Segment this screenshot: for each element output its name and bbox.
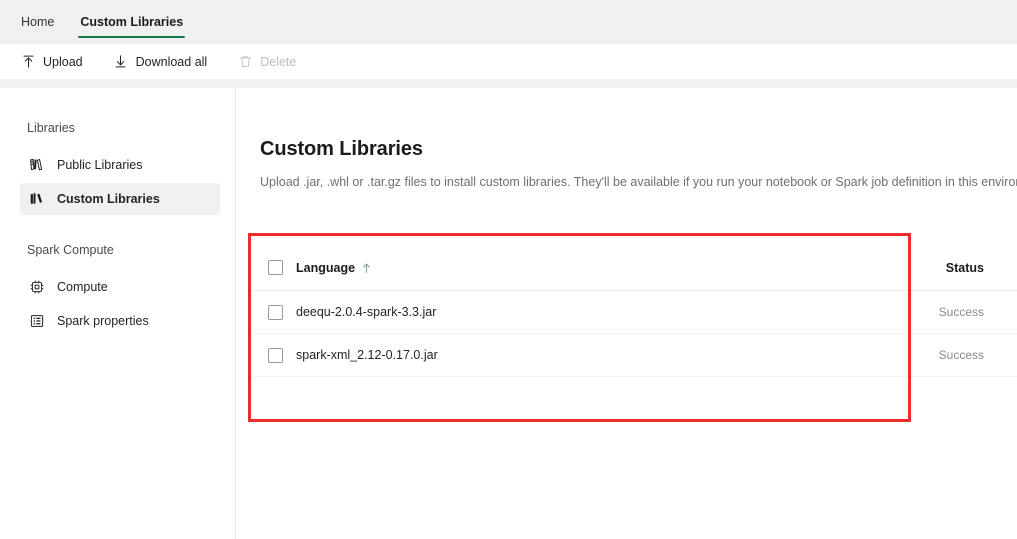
sidebar-item-public-libraries-label: Public Libraries — [57, 158, 143, 172]
sort-ascending-icon — [361, 262, 372, 274]
row-status-badge: Success — [938, 348, 984, 362]
tab-custom-libraries[interactable]: Custom Libraries — [67, 0, 196, 44]
upload-button[interactable]: Upload — [12, 49, 91, 75]
body-area: Libraries Public Libraries Custom Librar… — [0, 88, 1017, 539]
tab-custom-libraries-label: Custom Libraries — [80, 15, 184, 29]
download-all-button[interactable]: Download all — [105, 49, 216, 75]
row-checkbox[interactable] — [267, 347, 283, 363]
row-select-cell — [248, 347, 296, 363]
table-row[interactable]: spark-xml_2.12-0.17.0.jar Success — [248, 334, 1017, 377]
nav-group-libraries-title: Libraries — [27, 121, 75, 135]
command-toolbar: Upload Download all Delete — [0, 44, 1017, 79]
cpu-chip-icon — [28, 278, 46, 296]
list-table-icon — [28, 312, 46, 330]
tab-home-label: Home — [21, 15, 55, 29]
sidebar-item-spark-properties[interactable]: Spark properties — [20, 305, 220, 337]
row-checkbox[interactable] — [267, 304, 283, 320]
upload-arrow-icon — [20, 54, 36, 70]
trash-icon — [237, 54, 253, 70]
row-select-cell — [248, 304, 296, 320]
delete-button[interactable]: Delete — [229, 49, 304, 75]
table-row[interactable]: deequ-2.0.4-spark-3.3.jar Success — [248, 291, 1017, 334]
top-tab-bar: Home Custom Libraries — [0, 0, 1017, 44]
tab-active-underline — [78, 36, 186, 38]
row-library-name: spark-xml_2.12-0.17.0.jar — [296, 348, 438, 362]
page-title: Custom Libraries — [260, 138, 423, 160]
row-status-badge: Success — [938, 305, 984, 319]
custom-libraries-table: Language Status deequ-2.0.4-spark-3.3.ja… — [248, 245, 1017, 377]
books-open-icon — [28, 156, 46, 174]
download-arrow-icon — [113, 54, 129, 70]
column-header-status[interactable]: Status — [867, 261, 1017, 275]
table-header-row: Language Status — [248, 245, 1017, 291]
toolbar-content-separator — [0, 79, 1017, 88]
sidebar-item-custom-libraries-label: Custom Libraries — [57, 192, 160, 206]
sidebar-item-spark-properties-label: Spark properties — [57, 314, 149, 328]
nav-group-spark-compute-title: Spark Compute — [27, 243, 114, 257]
delete-button-label: Delete — [260, 54, 297, 69]
tab-strip: Home Custom Libraries — [0, 0, 196, 44]
select-all-cell — [248, 260, 296, 275]
select-all-checkbox[interactable] — [267, 260, 283, 275]
page-description: Upload .jar, .whl or .tar.gz files to in… — [260, 175, 1017, 189]
left-navigation-pane: Libraries Public Libraries Custom Librar… — [0, 88, 236, 539]
column-header-language-label: Language — [296, 260, 356, 275]
tab-home[interactable]: Home — [8, 0, 67, 44]
sidebar-item-compute-label: Compute — [57, 280, 108, 294]
sidebar-item-custom-libraries[interactable]: Custom Libraries — [20, 183, 220, 215]
sidebar-item-public-libraries[interactable]: Public Libraries — [20, 149, 220, 181]
download-all-button-label: Download all — [135, 54, 208, 69]
sidebar-item-compute[interactable]: Compute — [20, 271, 220, 303]
content-pane: Custom Libraries Upload .jar, .whl or .t… — [236, 88, 1017, 539]
upload-button-label: Upload — [43, 54, 83, 69]
row-library-name: deequ-2.0.4-spark-3.3.jar — [296, 305, 437, 319]
books-stack-icon — [28, 190, 46, 208]
column-header-language[interactable]: Language — [296, 261, 867, 275]
